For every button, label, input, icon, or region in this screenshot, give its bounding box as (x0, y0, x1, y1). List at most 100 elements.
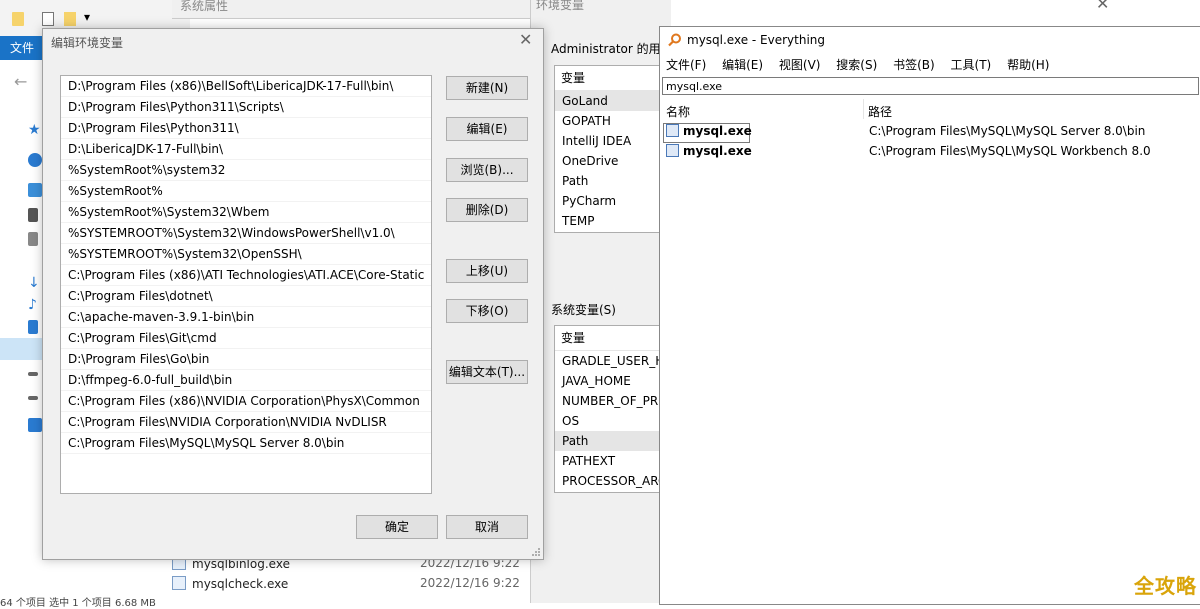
edit-button[interactable]: 编辑(E) (446, 117, 528, 141)
list-item[interactable]: %SystemRoot%\system32 (61, 160, 431, 181)
list-item[interactable]: D:\Program Files\Python311\ (61, 118, 431, 139)
list-item[interactable]: C:\Program Files\NVIDIA Corporation\NVID… (61, 412, 431, 433)
drive-icon[interactable] (28, 372, 38, 376)
browse-button[interactable]: 浏览(B)... (446, 158, 528, 182)
dialog-title: 环境变量 (536, 0, 585, 12)
list-item[interactable]: D:\Program Files\Go\bin (61, 349, 431, 370)
resize-grip-icon[interactable] (531, 547, 541, 557)
list-item[interactable]: OneDrive (555, 151, 665, 171)
menu-item-tools[interactable]: 工具(T) (951, 58, 992, 72)
path-entries-list[interactable]: D:\Program Files (x86)\BellSoft\Liberica… (60, 75, 432, 494)
result-path[interactable]: C:\Program Files\MySQL\MySQL Workbench 8… (869, 144, 1151, 158)
window-title: mysql.exe - Everything (687, 33, 826, 47)
delete-button[interactable]: 删除(D) (446, 198, 528, 222)
ribbon-file-tab[interactable]: 文件 (0, 36, 44, 60)
menu-item-help[interactable]: 帮助(H) (1007, 58, 1049, 72)
folder-icon[interactable] (12, 12, 24, 26)
list-item[interactable]: %SystemRoot%\System32\Wbem (61, 202, 431, 223)
sidebar-selected-item[interactable] (0, 338, 44, 360)
menu-item-view[interactable]: 视图(V) (779, 58, 821, 72)
list-item[interactable]: C:\Program Files\MySQL\MySQL Server 8.0\… (61, 433, 431, 454)
list-item[interactable]: %SYSTEMROOT%\System32\WindowsPowerShell\… (61, 223, 431, 244)
list-item[interactable]: Path (555, 431, 665, 451)
column-divider[interactable] (863, 99, 864, 119)
user-variables-label: Administrator 的用户 (551, 42, 673, 56)
menu-item-edit[interactable]: 编辑(E) (722, 58, 763, 72)
downloads-icon[interactable]: ↓ (28, 275, 42, 291)
everything-search-window: mysql.exe - Everything 文件(F) 编辑(E) 视图(V)… (659, 26, 1200, 605)
desktop-icon[interactable] (28, 208, 38, 222)
list-item[interactable]: NUMBER_OF_PRO (555, 391, 665, 411)
dialog-title: 系统属性 (180, 0, 229, 13)
list-item[interactable]: GoLand (555, 91, 665, 111)
menu-item-search[interactable]: 搜索(S) (836, 58, 877, 72)
system-properties-dialog: 系统属性 (172, 0, 562, 19)
list-item[interactable]: %SystemRoot% (61, 181, 431, 202)
close-icon[interactable]: ✕ (1096, 0, 1109, 13)
move-down-button[interactable]: 下移(O) (446, 299, 528, 323)
status-bar: 64 个项目 选中 1 个项目 6.68 MB (0, 598, 156, 609)
list-item[interactable]: C:\Program Files\Git\cmd (61, 328, 431, 349)
column-header-variable[interactable]: 变量 (555, 66, 665, 91)
list-item[interactable]: PROCESSOR_ARCI (555, 471, 665, 491)
edit-text-button[interactable]: 编辑文本(T)... (446, 360, 528, 384)
list-item[interactable]: TEMP (555, 211, 665, 231)
magnifier-icon (668, 33, 681, 47)
onedrive-cloud-icon[interactable] (28, 153, 42, 167)
cancel-button[interactable]: 取消 (446, 515, 528, 539)
list-item[interactable]: D:\ffmpeg-6.0-full_build\bin (61, 370, 431, 391)
file-date: 2022/12/16 9:22 (420, 576, 520, 590)
list-item[interactable]: PATHEXT (555, 451, 665, 471)
this-pc-icon[interactable] (28, 183, 42, 197)
documents-icon[interactable] (28, 232, 38, 246)
menu-item-file[interactable]: 文件(F) (666, 58, 706, 72)
drive-icon[interactable] (28, 396, 38, 400)
result-row-name[interactable]: mysql.exe (666, 144, 752, 158)
move-up-button[interactable]: 上移(U) (446, 259, 528, 283)
list-item[interactable]: C:\Program Files\dotnet\ (61, 286, 431, 307)
column-header-path[interactable]: 路径 (868, 103, 892, 120)
list-item[interactable]: JAVA_HOME (555, 371, 665, 391)
watermark: 全攻略 (1134, 574, 1197, 598)
result-row-name[interactable]: mysql.exe (666, 124, 752, 138)
properties-icon[interactable] (42, 12, 54, 26)
videos-icon[interactable] (28, 320, 38, 334)
list-item[interactable]: %SYSTEMROOT%\System32\OpenSSH\ (61, 244, 431, 265)
system-variables-label: 系统变量(S) (551, 303, 616, 317)
dialog-title: 编辑环境变量 (51, 36, 124, 50)
exe-file-icon (666, 144, 679, 157)
list-item[interactable]: D:\Program Files (x86)\BellSoft\Liberica… (61, 76, 431, 97)
new-button[interactable]: 新建(N) (446, 76, 528, 100)
quick-access-star-icon[interactable]: ★ (28, 122, 42, 138)
user-variables-list[interactable]: 变量 GoLand GOPATH IntelliJ IDEA OneDrive … (554, 65, 666, 233)
list-item[interactable]: GOPATH (555, 111, 665, 131)
menu-bar: 文件(F) 编辑(E) 视图(V) 搜索(S) 书签(B) 工具(T) 帮助(H… (666, 56, 1061, 73)
list-item[interactable]: D:\Program Files\Python311\Scripts\ (61, 97, 431, 118)
network-icon[interactable] (28, 418, 42, 432)
list-item[interactable]: C:\Program Files (x86)\NVIDIA Corporatio… (61, 391, 431, 412)
result-name: mysql.exe (683, 144, 752, 158)
column-header-name[interactable]: 名称 (666, 103, 690, 120)
result-name: mysql.exe (683, 124, 752, 138)
column-header-variable[interactable]: 变量 (555, 326, 665, 351)
new-folder-icon[interactable] (64, 12, 76, 26)
close-icon[interactable]: ✕ (519, 30, 532, 49)
ok-button[interactable]: 确定 (356, 515, 438, 539)
list-item[interactable]: GRADLE_USER_HO (555, 351, 665, 371)
list-item[interactable]: PyCharm (555, 191, 665, 211)
list-item[interactable]: Path (555, 171, 665, 191)
customize-toolbar-icon[interactable]: ▾ (84, 10, 90, 24)
list-item[interactable]: OS (555, 411, 665, 431)
back-arrow-icon[interactable]: ← (14, 72, 27, 91)
system-variables-list[interactable]: 变量 GRADLE_USER_HO JAVA_HOME NUMBER_OF_PR… (554, 325, 666, 493)
result-path[interactable]: C:\Program Files\MySQL\MySQL Server 8.0\… (869, 124, 1145, 138)
list-item[interactable]: D:\LibericaJDK-17-Full\bin\ (61, 139, 431, 160)
search-input[interactable]: mysql.exe (662, 77, 1199, 95)
edit-environment-variable-dialog: 编辑环境变量 ✕ D:\Program Files (x86)\BellSoft… (42, 28, 544, 560)
list-item[interactable]: C:\apache-maven-3.9.1-bin\bin (61, 307, 431, 328)
menu-item-bookmarks[interactable]: 书签(B) (893, 58, 935, 72)
list-item[interactable]: IntelliJ IDEA (555, 131, 665, 151)
list-item[interactable]: C:\Program Files (x86)\ATI Technologies\… (61, 265, 431, 286)
music-icon[interactable]: ♪ (28, 297, 42, 313)
list-item[interactable]: mysqlcheck.exe (172, 576, 288, 591)
